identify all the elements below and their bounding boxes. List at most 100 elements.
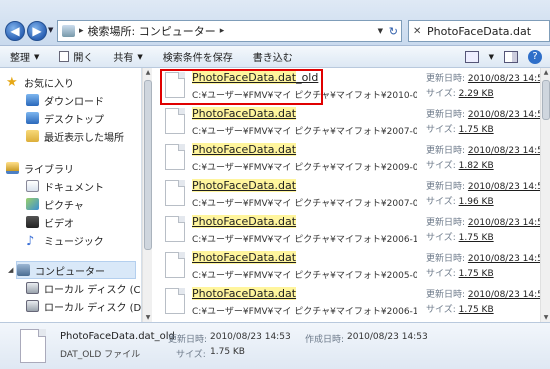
result-name[interactable]: PhotoFaceData.dat — [192, 143, 297, 156]
modified-value: 2010/08/23 14:53 — [467, 182, 540, 192]
computer-icon — [17, 264, 30, 276]
disk-drive-icon — [26, 282, 39, 294]
result-name-match: PhotoFaceData.dat — [192, 251, 297, 264]
result-item[interactable]: PhotoFaceData.dat C:¥ユーザー¥FMV¥マイ ピクチャ¥マイ… — [152, 284, 540, 320]
file-icon — [165, 144, 185, 170]
navigation-pane: ★ お気に入り ダウンロード デスクトップ 最近表示した場所 ライブラリ ドキュ… — [0, 68, 142, 322]
change-view-icon[interactable] — [464, 50, 479, 63]
size-label: サイズ: — [426, 233, 456, 243]
sidebar-item-label: ミュージック — [44, 236, 104, 248]
sidebar-item-libraries[interactable]: ライブラリ — [6, 159, 74, 177]
sidebar-item-music[interactable]: ♪ ミュージック — [26, 231, 104, 249]
clear-search-icon[interactable]: ✕ — [413, 26, 421, 37]
modified-value: 2010/08/23 14:53 — [467, 110, 540, 120]
result-name[interactable]: PhotoFaceData.dat — [192, 215, 297, 228]
sidebar-item-computer[interactable]: コンピューター — [16, 261, 136, 279]
details-modified-value: 2010/08/23 14:53 — [210, 332, 291, 342]
help-icon[interactable]: ? — [528, 49, 542, 64]
file-icon — [165, 216, 185, 242]
star-icon: ★ — [6, 74, 18, 90]
address-segment[interactable]: 検索場所: コンピューター — [88, 23, 216, 39]
sidebar-item-pictures[interactable]: ピクチャ — [26, 195, 84, 213]
result-item[interactable]: PhotoFaceData.dat C:¥ユーザー¥FMV¥マイ ピクチャ¥マイ… — [152, 212, 540, 248]
size-value: 1.82 KB — [458, 161, 494, 171]
refresh-icon[interactable]: ↻ — [389, 25, 398, 38]
chevron-right-icon[interactable]: ▸ — [79, 26, 84, 36]
result-name[interactable]: PhotoFaceData.dat — [192, 287, 297, 300]
sidebar-item-disk-d[interactable]: ローカル ディスク (D:) — [26, 297, 141, 315]
scrollbar-thumb[interactable] — [542, 80, 550, 120]
result-item[interactable]: PhotoFaceData.dat C:¥ユーザー¥FMV¥マイ ピクチャ¥マイ… — [152, 104, 540, 140]
save-search-button[interactable]: 検索条件を保存 — [153, 49, 243, 64]
pictures-icon — [26, 198, 39, 210]
modified-label: 更新日時: — [426, 146, 466, 156]
expand-arrow-icon[interactable]: ◢ — [8, 266, 13, 274]
sidebar-item-disk-c[interactable]: ローカル ディスク (C:) — [26, 279, 141, 297]
file-icon — [20, 329, 46, 363]
document-icon — [26, 180, 39, 192]
result-name[interactable]: PhotoFaceData.dat — [192, 179, 297, 192]
chevron-right-icon[interactable]: ▸ — [220, 26, 225, 36]
results-scrollbar[interactable]: ▲ ▼ — [540, 68, 550, 322]
details-size-label: サイズ: — [176, 350, 206, 360]
command-bar: 整理 ▼ 開く 共有 ▼ 検索条件を保存 書き込む ▼ ? — [0, 46, 550, 68]
open-button[interactable]: 開く — [49, 49, 103, 64]
result-meta: 更新日時: 2010/08/23 14:53 サイズ: 1.82 KB — [426, 144, 540, 174]
share-button[interactable]: 共有 ▼ — [103, 49, 152, 65]
sidebar-item-documents[interactable]: ドキュメント — [26, 177, 104, 195]
downloads-icon — [26, 94, 39, 106]
result-name-match: PhotoFaceData.dat — [192, 287, 297, 300]
sidebar-item-downloads[interactable]: ダウンロード — [26, 91, 104, 109]
chevron-down-icon[interactable]: ▼ — [489, 53, 494, 61]
search-input[interactable]: ✕ PhotoFaceData.dat — [408, 20, 550, 42]
desktop-icon — [26, 112, 39, 124]
modified-value: 2010/08/23 14:53 — [467, 254, 540, 264]
result-meta: 更新日時: 2010/08/23 14:53 サイズ: 1.75 KB — [426, 108, 540, 138]
sidebar-item-videos[interactable]: ビデオ — [26, 213, 74, 231]
size-label: サイズ: — [426, 161, 456, 171]
modified-value: 2010/08/23 14:53 — [467, 218, 540, 228]
organize-label: 整理 — [10, 53, 30, 64]
result-item[interactable]: PhotoFaceData.dat C:¥ユーザー¥FMV¥マイ ピクチャ¥マイ… — [152, 176, 540, 212]
back-button[interactable]: ◀ — [5, 21, 25, 41]
scroll-down-icon[interactable]: ▼ — [541, 314, 550, 321]
forward-button[interactable]: ▶ — [27, 21, 47, 41]
scrollbar-thumb[interactable] — [144, 80, 152, 250]
result-meta: 更新日時: 2010/08/23 14:53 サイズ: 1.75 KB — [426, 252, 540, 282]
modified-value: 2010/08/23 14:53 — [467, 74, 540, 84]
sidebar-item-label: お気に入り — [24, 78, 74, 90]
size-value: 2.29 KB — [458, 89, 494, 99]
result-meta: 更新日時: 2010/08/23 14:53 サイズ: 2.29 KB — [426, 72, 540, 102]
result-name[interactable]: PhotoFaceData.dat — [192, 107, 297, 120]
result-meta: 更新日時: 2010/08/23 14:53 サイズ: 1.75 KB — [426, 288, 540, 318]
sidebar-item-desktop[interactable]: デスクトップ — [26, 109, 104, 127]
sidebar-item-label: ビデオ — [44, 218, 74, 230]
scroll-up-icon[interactable]: ▲ — [541, 69, 550, 76]
sidebar-item-recent[interactable]: 最近表示した場所 — [26, 127, 124, 145]
result-item[interactable]: PhotoFaceData.dat C:¥ユーザー¥FMV¥マイ ピクチャ¥マイ… — [152, 140, 540, 176]
file-icon — [165, 180, 185, 206]
result-path: C:¥ユーザー¥FMV¥マイ ピクチャ¥マイフォト¥2006-10-22 — [192, 307, 417, 317]
file-icon — [165, 108, 185, 134]
preview-pane-icon[interactable] — [504, 50, 518, 63]
size-value: 1.75 KB — [458, 233, 494, 243]
result-name-match: PhotoFaceData.dat — [192, 179, 297, 192]
result-name[interactable]: PhotoFaceData.dat — [192, 251, 297, 264]
result-path: C:¥ユーザー¥FMV¥マイ ピクチャ¥マイフォト¥2009-05-07 — [192, 163, 417, 173]
sidebar-item-favorites[interactable]: ★ お気に入り — [6, 73, 74, 91]
chevron-down-icon: ▼ — [137, 52, 143, 61]
file-icon — [165, 288, 185, 314]
organize-button[interactable]: 整理 ▼ — [0, 49, 49, 65]
size-value: 1.96 KB — [458, 197, 494, 207]
recent-pages-dropdown[interactable]: ▼ — [48, 26, 53, 34]
recent-places-icon — [26, 130, 39, 142]
burn-button[interactable]: 書き込む — [243, 49, 303, 64]
address-bar[interactable]: ▸ 検索場所: コンピューター ▸ ▼ ↻ — [57, 20, 402, 42]
size-label: サイズ: — [426, 125, 456, 135]
sidebar-item-label: コンピューター — [35, 266, 105, 278]
chevron-down-icon[interactable]: ▼ — [378, 27, 383, 35]
search-results: PhotoFaceData.dat_old C:¥ユーザー¥FMV¥マイ ピクチ… — [152, 68, 540, 322]
result-item[interactable]: PhotoFaceData.dat C:¥ユーザー¥FMV¥マイ ピクチャ¥マイ… — [152, 248, 540, 284]
result-item[interactable]: PhotoFaceData.dat_old C:¥ユーザー¥FMV¥マイ ピクチ… — [152, 68, 540, 105]
sidebar-scrollbar[interactable]: ▲ ▼ — [142, 68, 152, 322]
